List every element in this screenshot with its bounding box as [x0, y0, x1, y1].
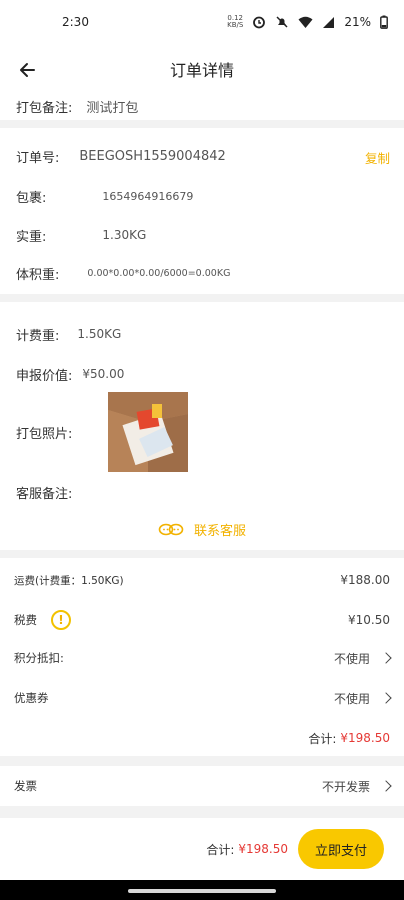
order-info-card: 订单号: BEEGOSH1559004842 复制 包裹: 1654964916… — [0, 128, 404, 294]
bottom-total-label: 合计: — [206, 842, 235, 857]
wifi-icon — [298, 16, 313, 28]
volume-weight-label: 体积重: — [16, 267, 60, 283]
battery-percent: 21% — [344, 15, 371, 29]
signal-icon — [323, 16, 335, 28]
chevron-right-icon — [380, 780, 392, 792]
home-indicator[interactable] — [128, 889, 276, 893]
shipping-fee-label: 运费(计费重：1.50KG) — [14, 574, 124, 587]
fees-total-value: ¥198.50 — [340, 731, 390, 745]
order-no-row: 订单号: BEEGOSH1559004842 — [16, 146, 390, 166]
info-alert-icon[interactable]: ! — [51, 610, 71, 630]
coupon-row[interactable]: 优惠券 不使用 — [14, 688, 392, 708]
contact-service-label: 联系客服 — [193, 524, 246, 539]
invoice-card[interactable]: 发票 不开发票 — [0, 766, 404, 806]
tax-row: 税费 ! ¥10.50 — [14, 608, 390, 632]
actual-weight-row: 实重: 1.30KG — [16, 225, 390, 245]
shipping-fee-row: 运费(计费重：1.50KG) ¥188.00 — [14, 570, 390, 590]
billing-weight-label: 计费重: — [16, 328, 60, 344]
packing-photo[interactable] — [108, 392, 188, 472]
package-row: 包裹: 1654964916679 — [16, 186, 390, 206]
status-time: 2:30 — [62, 15, 89, 29]
pay-now-button[interactable]: 立即支付 — [298, 829, 384, 869]
declared-value-value: ¥50.00 — [82, 367, 125, 381]
mute-icon — [276, 16, 288, 28]
points-deduction-row[interactable]: 积分抵扣: 不使用 — [14, 648, 392, 668]
tax-value: ¥10.50 — [348, 613, 390, 627]
status-bar: 2:30 0.12 KB/S 21% — [0, 0, 404, 44]
coupon-label: 优惠券 — [14, 691, 49, 705]
order-no-value: BEEGOSH1559004842 — [79, 148, 226, 164]
status-icons: 0.12 KB/S 21% — [227, 15, 388, 29]
points-deduction-value: 不使用 — [333, 651, 370, 666]
order-no-label: 订单号: — [16, 150, 60, 166]
packing-note-label: 打包备注: — [16, 100, 73, 116]
gesture-nav-bar — [0, 880, 404, 900]
battery-icon — [380, 15, 388, 29]
billing-weight-row: 计费重: 1.50KG — [16, 324, 390, 344]
volume-weight-row: 体积重: 0.00*0.00*0.00/6000=0.00KG — [16, 263, 390, 283]
details-card: 计费重: 1.50KG 申报价值: ¥50.00 打包照片: 客服备注: 联系客… — [0, 302, 404, 550]
nav-bar: 订单详情 — [0, 44, 404, 94]
service-note-label: 客服备注: — [16, 486, 73, 502]
bottom-pay-bar: 合计: ¥198.50 立即支付 — [0, 818, 404, 880]
net-speed: 0.12 KB/S — [227, 15, 243, 29]
tax-label: 税费 — [14, 613, 37, 627]
packing-photo-image — [108, 392, 188, 472]
invoice-value: 不开发票 — [321, 779, 370, 794]
volume-weight-value: 0.00*0.00*0.00/6000=0.00KG — [87, 267, 231, 279]
chevron-right-icon — [380, 652, 392, 664]
shipping-fee-value: ¥188.00 — [340, 573, 390, 587]
packing-note-value: 测试打包 — [86, 100, 139, 116]
billing-weight-value: 1.50KG — [77, 327, 122, 341]
fees-total-row: 合计: ¥198.50 — [14, 728, 390, 748]
contact-service-button[interactable]: 联系客服 — [0, 520, 404, 539]
declared-value-label: 申报价值: — [16, 368, 73, 384]
page-title: 订单详情 — [169, 61, 234, 80]
alarm-icon — [253, 16, 266, 29]
packing-photo-label: 打包照片: — [16, 426, 73, 442]
packing-note-card: 打包备注: 测试打包 — [0, 94, 404, 120]
chat-bubbles-icon — [158, 523, 184, 535]
actual-weight-label: 实重: — [16, 229, 47, 245]
net-speed-unit: KB/S — [227, 21, 244, 29]
service-note-row: 客服备注: — [16, 482, 390, 502]
invoice-label: 发票 — [14, 779, 37, 793]
fees-total-label: 合计: — [308, 731, 337, 746]
package-value: 1654964916679 — [102, 189, 194, 203]
invoice-row: 发票 不开发票 — [14, 776, 392, 796]
points-deduction-label: 积分抵扣: — [14, 651, 64, 665]
fees-card: 运费(计费重：1.50KG) ¥188.00 税费 ! ¥10.50 积分抵扣:… — [0, 558, 404, 756]
bottom-total-value: ¥198.50 — [238, 842, 288, 856]
copy-button[interactable]: 复制 — [365, 148, 390, 167]
package-label: 包裹: — [16, 190, 47, 206]
coupon-value: 不使用 — [333, 691, 370, 706]
back-arrow-icon[interactable] — [14, 56, 42, 84]
packing-photo-row: 打包照片: — [16, 422, 390, 442]
declared-value-row: 申报价值: ¥50.00 — [16, 364, 390, 384]
packing-note-row: 打包备注: 测试打包 — [16, 96, 390, 116]
actual-weight-value: 1.30KG — [102, 228, 147, 242]
chevron-right-icon — [380, 692, 392, 704]
